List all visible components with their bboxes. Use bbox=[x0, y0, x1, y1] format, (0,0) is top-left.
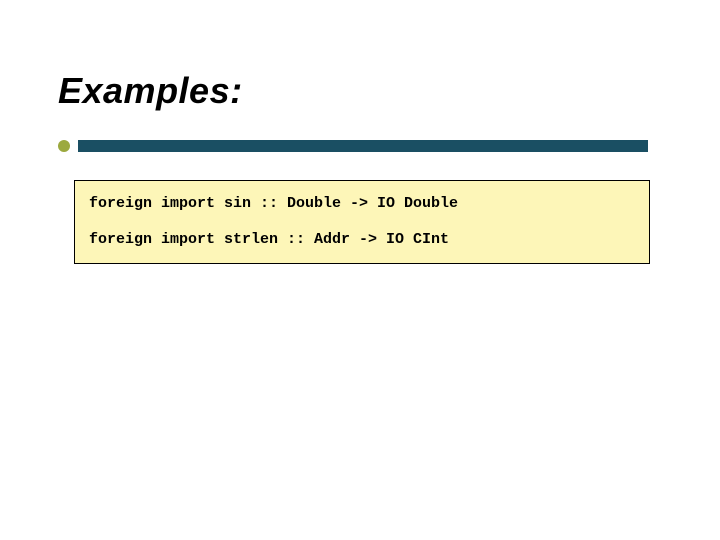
code-example-box: foreign import sin :: Double -> IO Doubl… bbox=[74, 180, 650, 264]
title-underline-bar bbox=[78, 140, 648, 152]
code-blank-line bbox=[89, 213, 635, 231]
slide-title: Examples: bbox=[58, 70, 243, 112]
slide: Examples: foreign import sin :: Double -… bbox=[0, 0, 720, 540]
code-line-2: foreign import strlen :: Addr -> IO CInt bbox=[89, 231, 635, 249]
code-line-1: foreign import sin :: Double -> IO Doubl… bbox=[89, 195, 635, 213]
title-bullet-icon bbox=[58, 140, 70, 152]
